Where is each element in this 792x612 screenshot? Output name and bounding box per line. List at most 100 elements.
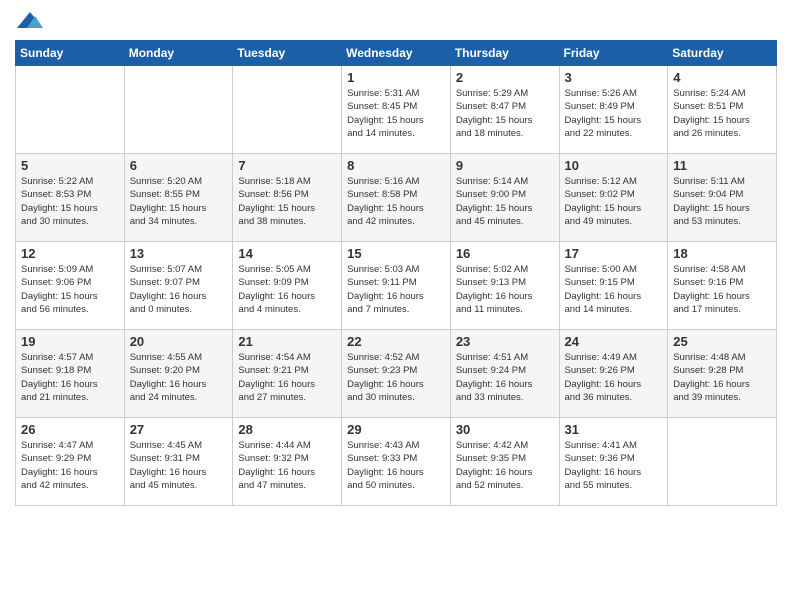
calendar-cell: 26 Sunrise: 4:47 AM Sunset: 9:29 PM Dayli…	[16, 418, 125, 506]
day-info: Sunrise: 5:31 AM Sunset: 8:45 PM Dayligh…	[347, 87, 445, 140]
day-number: 9	[456, 158, 554, 173]
header-day: Saturday	[668, 41, 777, 66]
day-info: Sunrise: 5:12 AM Sunset: 9:02 PM Dayligh…	[565, 175, 663, 228]
day-info: Sunrise: 5:22 AM Sunset: 8:53 PM Dayligh…	[21, 175, 119, 228]
header-row: SundayMondayTuesdayWednesdayThursdayFrid…	[16, 41, 777, 66]
header-day: Friday	[559, 41, 668, 66]
day-number: 13	[130, 246, 228, 261]
calendar-cell: 25 Sunrise: 4:48 AM Sunset: 9:28 PM Dayli…	[668, 330, 777, 418]
calendar-body: 1 Sunrise: 5:31 AM Sunset: 8:45 PM Daylig…	[16, 66, 777, 506]
day-info: Sunrise: 4:49 AM Sunset: 9:26 PM Dayligh…	[565, 351, 663, 404]
calendar-cell: 28 Sunrise: 4:44 AM Sunset: 9:32 PM Dayli…	[233, 418, 342, 506]
calendar-cell: 12 Sunrise: 5:09 AM Sunset: 9:06 PM Dayli…	[16, 242, 125, 330]
day-number: 27	[130, 422, 228, 437]
day-number: 8	[347, 158, 445, 173]
day-number: 11	[673, 158, 771, 173]
calendar-cell	[16, 66, 125, 154]
day-number: 18	[673, 246, 771, 261]
day-number: 16	[456, 246, 554, 261]
day-number: 14	[238, 246, 336, 261]
header-day: Wednesday	[342, 41, 451, 66]
day-number: 25	[673, 334, 771, 349]
day-number: 4	[673, 70, 771, 85]
day-number: 15	[347, 246, 445, 261]
calendar-cell: 5 Sunrise: 5:22 AM Sunset: 8:53 PM Daylig…	[16, 154, 125, 242]
day-number: 19	[21, 334, 119, 349]
calendar-cell: 16 Sunrise: 5:02 AM Sunset: 9:13 PM Dayli…	[450, 242, 559, 330]
calendar-cell: 15 Sunrise: 5:03 AM Sunset: 9:11 PM Dayli…	[342, 242, 451, 330]
calendar-cell: 17 Sunrise: 5:00 AM Sunset: 9:15 PM Dayli…	[559, 242, 668, 330]
calendar-cell: 10Sunrise: 5:12 AM Sunset: 9:02 PM Dayli…	[559, 154, 668, 242]
day-info: Sunrise: 4:57 AM Sunset: 9:18 PM Dayligh…	[21, 351, 119, 404]
header-day: Tuesday	[233, 41, 342, 66]
calendar-cell: 24Sunrise: 4:49 AM Sunset: 9:26 PM Dayli…	[559, 330, 668, 418]
calendar-cell: 11 Sunrise: 5:11 AM Sunset: 9:04 PM Dayli…	[668, 154, 777, 242]
calendar-cell: 18 Sunrise: 4:58 AM Sunset: 9:16 PM Dayli…	[668, 242, 777, 330]
day-info: Sunrise: 4:41 AM Sunset: 9:36 PM Dayligh…	[565, 439, 663, 492]
day-number: 3	[565, 70, 663, 85]
day-number: 6	[130, 158, 228, 173]
day-info: Sunrise: 4:55 AM Sunset: 9:20 PM Dayligh…	[130, 351, 228, 404]
calendar-cell: 6Sunrise: 5:20 AM Sunset: 8:55 PM Daylig…	[124, 154, 233, 242]
calendar-header: SundayMondayTuesdayWednesdayThursdayFrid…	[16, 41, 777, 66]
day-number: 12	[21, 246, 119, 261]
calendar-cell: 9 Sunrise: 5:14 AM Sunset: 9:00 PM Daylig…	[450, 154, 559, 242]
day-number: 17	[565, 246, 663, 261]
day-info: Sunrise: 4:47 AM Sunset: 9:29 PM Dayligh…	[21, 439, 119, 492]
day-info: Sunrise: 4:48 AM Sunset: 9:28 PM Dayligh…	[673, 351, 771, 404]
day-info: Sunrise: 4:54 AM Sunset: 9:21 PM Dayligh…	[238, 351, 336, 404]
day-number: 5	[21, 158, 119, 173]
header-day: Monday	[124, 41, 233, 66]
logo-icon	[15, 10, 45, 32]
calendar-week-row: 26 Sunrise: 4:47 AM Sunset: 9:29 PM Dayli…	[16, 418, 777, 506]
calendar-cell: 29 Sunrise: 4:43 AM Sunset: 9:33 PM Dayli…	[342, 418, 451, 506]
day-info: Sunrise: 4:51 AM Sunset: 9:24 PM Dayligh…	[456, 351, 554, 404]
day-number: 28	[238, 422, 336, 437]
day-info: Sunrise: 5:07 AM Sunset: 9:07 PM Dayligh…	[130, 263, 228, 316]
header-day: Thursday	[450, 41, 559, 66]
calendar-cell: 3 Sunrise: 5:26 AM Sunset: 8:49 PM Daylig…	[559, 66, 668, 154]
calendar-week-row: 19 Sunrise: 4:57 AM Sunset: 9:18 PM Dayli…	[16, 330, 777, 418]
calendar-cell: 22 Sunrise: 4:52 AM Sunset: 9:23 PM Dayli…	[342, 330, 451, 418]
page-header	[15, 10, 777, 32]
day-info: Sunrise: 5:09 AM Sunset: 9:06 PM Dayligh…	[21, 263, 119, 316]
day-number: 20	[130, 334, 228, 349]
calendar-cell: 20 Sunrise: 4:55 AM Sunset: 9:20 PM Dayli…	[124, 330, 233, 418]
day-info: Sunrise: 5:14 AM Sunset: 9:00 PM Dayligh…	[456, 175, 554, 228]
calendar-cell: 21 Sunrise: 4:54 AM Sunset: 9:21 PM Dayli…	[233, 330, 342, 418]
day-number: 26	[21, 422, 119, 437]
day-info: Sunrise: 5:29 AM Sunset: 8:47 PM Dayligh…	[456, 87, 554, 140]
day-info: Sunrise: 4:42 AM Sunset: 9:35 PM Dayligh…	[456, 439, 554, 492]
day-number: 1	[347, 70, 445, 85]
calendar-cell: 8 Sunrise: 5:16 AM Sunset: 8:58 PM Daylig…	[342, 154, 451, 242]
calendar-cell: 31Sunrise: 4:41 AM Sunset: 9:36 PM Dayli…	[559, 418, 668, 506]
day-info: Sunrise: 5:26 AM Sunset: 8:49 PM Dayligh…	[565, 87, 663, 140]
calendar-table: SundayMondayTuesdayWednesdayThursdayFrid…	[15, 40, 777, 506]
day-info: Sunrise: 5:11 AM Sunset: 9:04 PM Dayligh…	[673, 175, 771, 228]
calendar-week-row: 12 Sunrise: 5:09 AM Sunset: 9:06 PM Dayli…	[16, 242, 777, 330]
day-info: Sunrise: 5:16 AM Sunset: 8:58 PM Dayligh…	[347, 175, 445, 228]
day-info: Sunrise: 5:18 AM Sunset: 8:56 PM Dayligh…	[238, 175, 336, 228]
calendar-cell: 14 Sunrise: 5:05 AM Sunset: 9:09 PM Dayli…	[233, 242, 342, 330]
calendar-cell: 23Sunrise: 4:51 AM Sunset: 9:24 PM Dayli…	[450, 330, 559, 418]
day-info: Sunrise: 4:52 AM Sunset: 9:23 PM Dayligh…	[347, 351, 445, 404]
header-day: Sunday	[16, 41, 125, 66]
calendar-cell: 2 Sunrise: 5:29 AM Sunset: 8:47 PM Daylig…	[450, 66, 559, 154]
calendar-cell: 27Sunrise: 4:45 AM Sunset: 9:31 PM Dayli…	[124, 418, 233, 506]
day-number: 29	[347, 422, 445, 437]
calendar-cell: 4 Sunrise: 5:24 AM Sunset: 8:51 PM Daylig…	[668, 66, 777, 154]
day-info: Sunrise: 5:02 AM Sunset: 9:13 PM Dayligh…	[456, 263, 554, 316]
day-number: 21	[238, 334, 336, 349]
day-info: Sunrise: 5:24 AM Sunset: 8:51 PM Dayligh…	[673, 87, 771, 140]
day-info: Sunrise: 5:03 AM Sunset: 9:11 PM Dayligh…	[347, 263, 445, 316]
calendar-week-row: 1 Sunrise: 5:31 AM Sunset: 8:45 PM Daylig…	[16, 66, 777, 154]
calendar-cell: 19 Sunrise: 4:57 AM Sunset: 9:18 PM Dayli…	[16, 330, 125, 418]
day-info: Sunrise: 4:43 AM Sunset: 9:33 PM Dayligh…	[347, 439, 445, 492]
day-number: 2	[456, 70, 554, 85]
day-info: Sunrise: 5:00 AM Sunset: 9:15 PM Dayligh…	[565, 263, 663, 316]
calendar-cell	[124, 66, 233, 154]
day-info: Sunrise: 4:58 AM Sunset: 9:16 PM Dayligh…	[673, 263, 771, 316]
day-number: 22	[347, 334, 445, 349]
day-info: Sunrise: 5:05 AM Sunset: 9:09 PM Dayligh…	[238, 263, 336, 316]
day-info: Sunrise: 4:44 AM Sunset: 9:32 PM Dayligh…	[238, 439, 336, 492]
